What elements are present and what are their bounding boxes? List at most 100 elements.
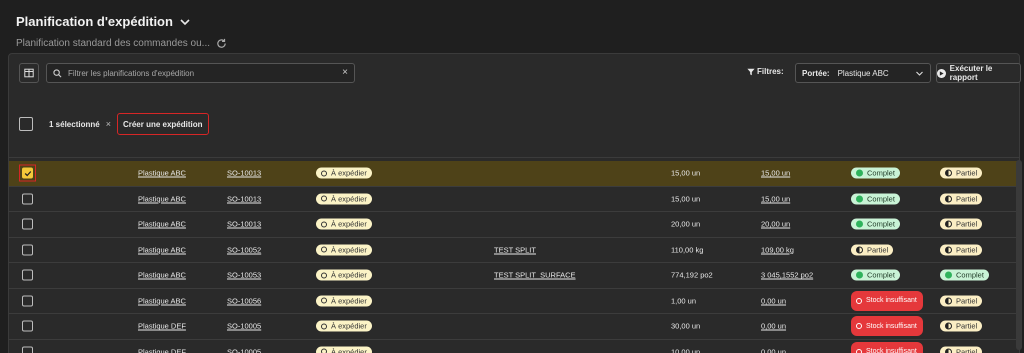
table-row[interactable]: Plastique DEF SO-10005 À expédier 30,00 un 0…: [9, 314, 1019, 340]
row-checkbox-wrap[interactable]: [22, 269, 33, 281]
run-report-button[interactable]: Exécuter le rapport: [936, 63, 1021, 83]
pill-label: Partiel: [867, 245, 889, 255]
row-checkbox[interactable]: [22, 320, 33, 332]
row-checkbox-wrap[interactable]: [22, 346, 33, 353]
select-all-checkbox[interactable]: [19, 117, 33, 131]
row-checkbox[interactable]: [22, 193, 33, 205]
pill-label: Complet: [956, 270, 984, 280]
status-pill: À expédier: [316, 193, 372, 205]
order-link[interactable]: SO-10013: [227, 194, 261, 203]
clear-search-icon[interactable]: ×: [342, 68, 348, 78]
row-checkbox-wrap[interactable]: [19, 164, 36, 182]
client-link[interactable]: Plastique ABC: [138, 169, 186, 178]
row-checkbox-wrap[interactable]: [22, 193, 33, 205]
row-checkbox-wrap[interactable]: [22, 295, 33, 307]
order-link[interactable]: SO-10005: [227, 322, 261, 331]
clear-selection-icon[interactable]: ×: [106, 119, 111, 129]
client-link[interactable]: Plastique ABC: [138, 271, 186, 280]
table-row[interactable]: Plastique ABC SO-10013 À expédier 20,00 un 2…: [9, 212, 1019, 238]
available-link[interactable]: 3 045,1552 po2: [761, 271, 813, 280]
half-circle-icon: [945, 246, 952, 254]
row-checkbox[interactable]: [22, 167, 33, 179]
order-link[interactable]: SO-10056: [227, 296, 261, 305]
table-row[interactable]: Plastique ABC SO-10013 À expédier 15,00 un 1…: [9, 187, 1019, 212]
description-link[interactable]: TEST SPLIT: [494, 245, 536, 254]
status-pill: Partiel: [940, 244, 983, 256]
pill-label: À expédier: [331, 219, 367, 229]
client-link[interactable]: Plastique ABC: [138, 220, 186, 229]
shipment-cell: Partiel: [940, 244, 983, 256]
description-link[interactable]: TEST SPLIT_SURFACE: [494, 271, 576, 280]
half-circle-icon: [945, 220, 952, 228]
order-link[interactable]: SO-10053: [227, 271, 261, 280]
order-link[interactable]: SO-10013: [227, 220, 261, 229]
pill-label: Complet: [867, 194, 895, 204]
circle-icon: [321, 272, 327, 279]
complete-icon: [945, 271, 952, 279]
half-circle-icon: [945, 297, 952, 305]
row-checkbox[interactable]: [22, 269, 33, 281]
complete-icon: [856, 271, 863, 279]
row-checkbox[interactable]: [22, 244, 33, 256]
pill-label: À expédier: [331, 270, 367, 280]
quantity-cell: 774,192 po2: [671, 270, 713, 280]
pill-label: Complet: [867, 219, 895, 229]
stock-cell: Stock insuffisant: [851, 316, 923, 337]
filters-label[interactable]: Filtres:: [747, 67, 784, 76]
client-link[interactable]: Plastique ABC: [138, 194, 186, 203]
available-link[interactable]: 109,00 kg: [761, 245, 794, 254]
pill-label: Stock insuffisant: [866, 297, 917, 305]
status-cell: À expédier: [316, 218, 372, 230]
order-link[interactable]: SO-10005: [227, 347, 261, 353]
client-link[interactable]: Plastique ABC: [138, 245, 186, 254]
client-link[interactable]: Plastique ABC: [138, 296, 186, 305]
order-link[interactable]: SO-10013: [227, 169, 261, 178]
client-link[interactable]: Plastique DEF: [138, 322, 186, 331]
table-row[interactable]: Plastique ABC SO-10056 À expédier 1,00 un 0,…: [9, 289, 1019, 314]
row-checkbox-wrap[interactable]: [22, 244, 33, 256]
chevron-down-icon[interactable]: [179, 16, 191, 28]
status-pill: À expédier: [316, 218, 372, 230]
chevron-down-icon: [916, 71, 923, 76]
row-checkbox[interactable]: [22, 218, 33, 230]
available-link[interactable]: 0,00 un: [761, 296, 786, 305]
row-checkbox[interactable]: [22, 295, 33, 307]
status-pill: Complet: [851, 193, 900, 205]
refresh-icon[interactable]: [216, 38, 227, 49]
search-input[interactable]: [68, 68, 337, 78]
available-link[interactable]: 0,00 un: [761, 347, 786, 353]
status-pill: Complet: [851, 167, 900, 179]
stock-cell: Complet: [851, 167, 900, 179]
check-icon: [24, 170, 31, 177]
table-row[interactable]: Plastique ABC SO-10013 À expédier 15,00 un 1…: [9, 161, 1019, 187]
quantity-cell: 1,00 un: [671, 296, 697, 306]
pill-label: Stock insuffisant: [866, 322, 917, 330]
stock-cell: Stock insuffisant: [851, 341, 923, 353]
table-row[interactable]: Plastique ABC SO-10052 À expédier TEST SPLI…: [9, 238, 1019, 263]
status-cell: À expédier: [316, 346, 372, 353]
create-shipment-label: Créer une expédition: [122, 119, 203, 129]
row-checkbox-wrap[interactable]: [22, 218, 33, 230]
table-row[interactable]: Plastique DEF SO-10005 À expédier 10,00 un 0…: [9, 340, 1019, 353]
available-link[interactable]: 0,00 un: [761, 322, 786, 331]
status-cell: À expédier: [316, 269, 372, 281]
order-link[interactable]: SO-10052: [227, 245, 261, 254]
available-link[interactable]: 15,00 un: [761, 194, 790, 203]
row-checkbox-wrap[interactable]: [22, 320, 33, 332]
client-link[interactable]: Plastique DEF: [138, 347, 186, 353]
pill-label: Partiel: [956, 194, 978, 204]
scrollbar[interactable]: [1016, 160, 1022, 350]
row-checkbox[interactable]: [22, 346, 33, 353]
search-box[interactable]: ×: [46, 63, 355, 83]
available-link[interactable]: 15,00 un: [761, 169, 790, 178]
page-title[interactable]: Planification d'expédition: [16, 14, 173, 29]
table-row[interactable]: Plastique ABC SO-10053 À expédier TEST SPLI…: [9, 263, 1019, 289]
scope-select[interactable]: Portée: Plastique ABC: [795, 63, 931, 83]
status-pill: Partiel: [940, 167, 983, 179]
half-circle-icon: [945, 348, 952, 353]
alert-circle-icon: [856, 348, 862, 353]
column-toggle-button[interactable]: [19, 63, 39, 83]
scope-label: Portée:: [802, 68, 830, 78]
create-shipment-button[interactable]: Créer une expédition: [116, 113, 209, 135]
available-link[interactable]: 20,00 un: [761, 220, 790, 229]
